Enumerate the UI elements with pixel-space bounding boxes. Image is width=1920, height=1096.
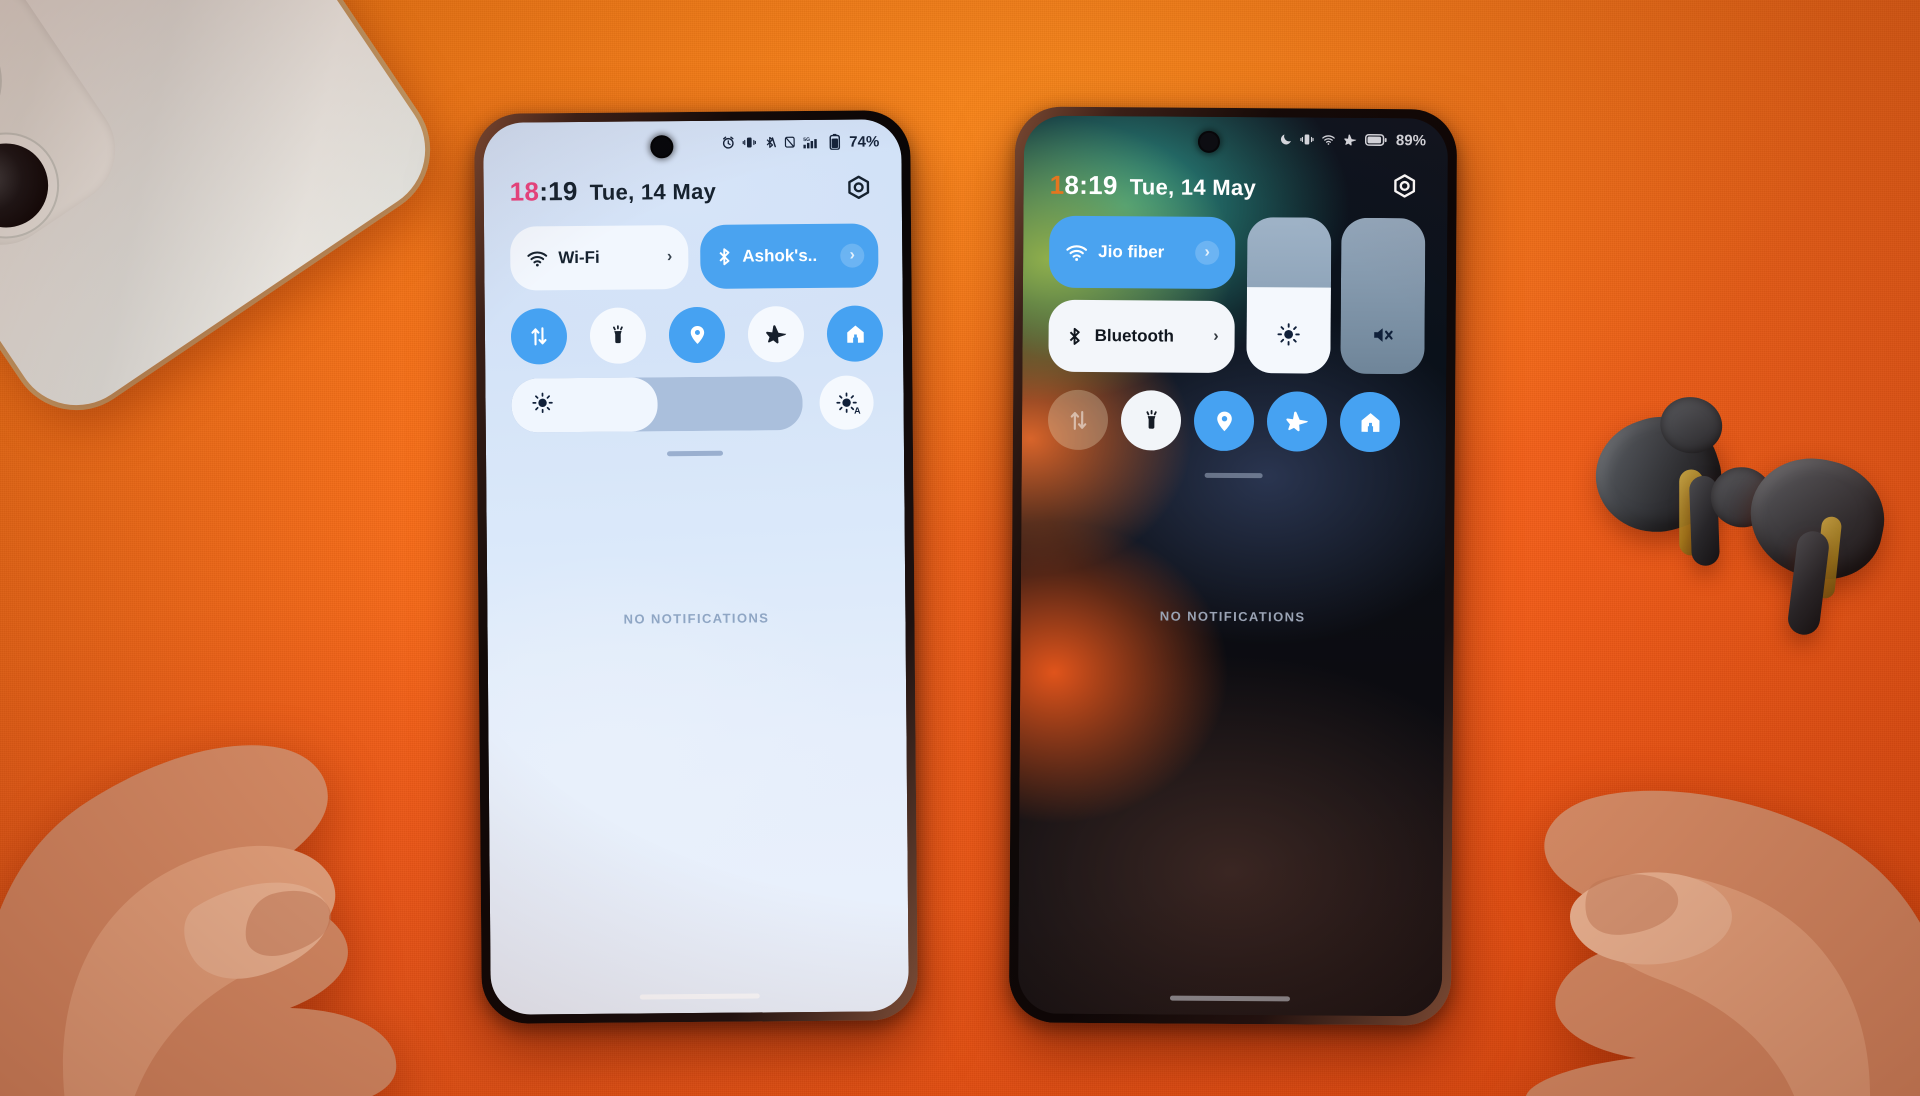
- bluetooth-tile[interactable]: Bluetooth ›: [1048, 299, 1235, 374]
- wifi-tile[interactable]: Wi-Fi ›: [510, 225, 689, 291]
- left-phone: 5G 74% 18:19 Tue, 14 May Wi-Fi › Ashok's…: [474, 110, 918, 1024]
- vibrate-icon: [1300, 132, 1314, 146]
- dnd-moon-icon: [1279, 132, 1293, 146]
- location-pin-icon: [690, 325, 704, 344]
- right-qs-header: 18:19 Tue, 14 May: [1050, 168, 1422, 205]
- wifi-tile[interactable]: Jio fiber ›: [1048, 215, 1236, 290]
- bluetooth-tile-label: Bluetooth: [1094, 326, 1174, 346]
- home-icon: [846, 324, 864, 343]
- dnd-icon: [783, 135, 796, 149]
- brightness-slider[interactable]: [511, 376, 803, 433]
- left-status-bar: 5G 74%: [483, 119, 901, 167]
- smart-home-toggle[interactable]: [826, 305, 884, 362]
- mobile-data-toggle[interactable]: [510, 308, 568, 365]
- brightness-auto-icon: A: [835, 392, 861, 416]
- right-status-bar: 89%: [1024, 116, 1448, 163]
- panel-drag-handle[interactable]: [1204, 472, 1263, 479]
- svg-text:5G: 5G: [803, 137, 810, 143]
- home-icon: [1360, 412, 1379, 432]
- camera-module: [0, 0, 137, 267]
- brightness-icon: [531, 392, 553, 419]
- chevron-right-icon[interactable]: ›: [1195, 240, 1220, 265]
- panel-drag-handle[interactable]: [666, 450, 724, 457]
- airplane-icon: [1343, 132, 1358, 147]
- wifi-icon: [1321, 133, 1336, 147]
- airplane-mode-toggle[interactable]: [747, 306, 805, 363]
- bluetooth-off-icon: [763, 135, 776, 149]
- navigation-bar-handle[interactable]: [639, 993, 760, 1000]
- signal-5g-icon: 5G: [803, 134, 822, 149]
- left-hand: [0, 745, 397, 1096]
- right-date: Tue, 14 May: [1129, 173, 1257, 200]
- left-clock: 18:19 Tue, 14 May: [510, 174, 717, 207]
- location-toggle[interactable]: [1193, 390, 1255, 452]
- battery-icon: [1364, 134, 1387, 146]
- vibrate-icon: [742, 135, 756, 149]
- chevron-right-icon[interactable]: ›: [840, 243, 865, 268]
- brightness-icon: [1277, 322, 1301, 351]
- volume-slider[interactable]: [1340, 217, 1426, 375]
- left-date: Tue, 14 May: [589, 178, 717, 205]
- airplane-mode-toggle[interactable]: [1266, 391, 1328, 452]
- right-hand: [1526, 790, 1920, 1096]
- location-toggle[interactable]: [668, 306, 726, 364]
- scene-root: 5G 74% 18:19 Tue, 14 May Wi-Fi › Ashok's…: [0, 0, 1920, 1096]
- location-pin-icon: [1216, 411, 1232, 431]
- left-time-accent: 18: [509, 175, 540, 207]
- left-battery-percent: 74%: [849, 132, 880, 151]
- left-time-rest: :19: [539, 175, 578, 206]
- flashlight-toggle[interactable]: [589, 307, 647, 364]
- flashlight-icon: [613, 325, 623, 344]
- left-phone-screen[interactable]: 5G 74% 18:19 Tue, 14 May Wi-Fi › Ashok's…: [483, 119, 909, 1015]
- airplane-icon: [1285, 411, 1308, 431]
- chevron-right-icon[interactable]: ›: [667, 248, 672, 266]
- flashlight-toggle[interactable]: [1120, 390, 1182, 451]
- gear-icon[interactable]: [1388, 170, 1422, 204]
- right-battery-percent: 89%: [1395, 131, 1427, 149]
- bluetooth-icon: [714, 246, 734, 268]
- right-time-rest: 8:19: [1064, 169, 1118, 200]
- left-qs-header: 18:19 Tue, 14 May: [510, 171, 876, 208]
- camera-lens-icon: [0, 127, 65, 244]
- wifi-tile-label: Jio fiber: [1098, 242, 1165, 262]
- brightness-slider[interactable]: [1246, 217, 1332, 374]
- navigation-bar-handle[interactable]: [1169, 995, 1290, 1002]
- bluetooth-icon: [1065, 324, 1085, 347]
- smart-home-toggle[interactable]: [1339, 391, 1401, 453]
- battery-icon: [829, 133, 841, 150]
- bluetooth-tile-label: Ashok's..: [742, 245, 818, 266]
- mobile-data-toggle[interactable]: [1047, 389, 1109, 451]
- wifi-icon: [1065, 240, 1088, 263]
- gear-icon[interactable]: [842, 171, 876, 205]
- mobile-data-icon: [1070, 410, 1086, 430]
- right-clock: 18:19 Tue, 14 May: [1050, 169, 1257, 201]
- camera-lens-icon: [0, 14, 10, 148]
- alarm-icon: [721, 136, 735, 150]
- right-time-accent: 1: [1049, 169, 1065, 200]
- left-no-notifications-label: NO NOTIFICATIONS: [623, 610, 770, 627]
- auto-brightness-button[interactable]: A: [819, 375, 874, 430]
- airplane-icon: [765, 324, 786, 343]
- volume-muted-icon: [1370, 323, 1394, 352]
- chevron-right-icon[interactable]: ›: [1213, 328, 1218, 346]
- auto-brightness-badge: A: [854, 405, 861, 416]
- white-phone-back-prop: [0, 0, 450, 430]
- flashlight-icon: [1145, 409, 1157, 429]
- mobile-data-icon: [531, 327, 547, 346]
- wifi-icon: [526, 247, 548, 269]
- bluetooth-tile[interactable]: Ashok's.. ›: [700, 223, 879, 289]
- wifi-tile-label: Wi-Fi: [558, 247, 600, 268]
